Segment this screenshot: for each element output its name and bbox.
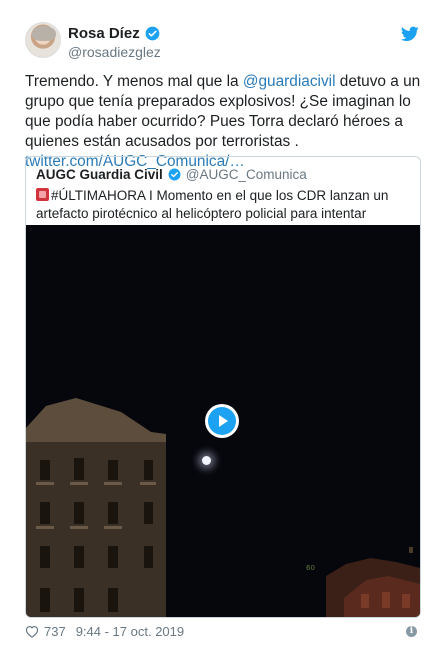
- helicopter-light: [202, 456, 211, 465]
- twitter-bird-icon[interactable]: [401, 26, 419, 42]
- verified-badge-icon: [145, 26, 160, 41]
- video-player[interactable]: 60: [26, 225, 420, 617]
- quoted-tweet-header: AUGC Guardia Civil @AUGC_Comunica: [36, 167, 307, 182]
- mention-link[interactable]: @guardiacivil: [243, 73, 336, 90]
- quoted-author-name[interactable]: AUGC Guardia Civil: [36, 167, 163, 182]
- tweet-footer: 737 9:44 - 17 oct. 2019: [25, 624, 184, 639]
- play-button[interactable]: [205, 404, 239, 438]
- author-name-row: Rosa Díez: [68, 25, 160, 42]
- play-icon: [208, 407, 236, 435]
- video-overlay-text: 60: [306, 564, 315, 572]
- quoted-tweet[interactable]: AUGC Guardia Civil @AUGC_Comunica #ÚLTIM…: [25, 156, 421, 618]
- heart-icon[interactable]: [25, 625, 39, 638]
- author-handle[interactable]: @rosadiezglez: [68, 44, 161, 60]
- red-square-emoji-icon: [36, 188, 49, 201]
- tweet-text-part: Tremendo. Y menos mal que la: [25, 73, 243, 90]
- embedded-tweet-card: Rosa Díez @rosadiezglez Tremendo. Y meno…: [0, 0, 445, 655]
- like-count[interactable]: 737: [44, 624, 66, 639]
- verified-badge-icon: [168, 168, 181, 181]
- info-icon[interactable]: i: [406, 626, 417, 637]
- quoted-author-handle[interactable]: @AUGC_Comunica: [186, 167, 307, 182]
- tweet-timestamp[interactable]: 9:44 - 17 oct. 2019: [76, 624, 184, 639]
- author-display-name[interactable]: Rosa Díez: [68, 25, 140, 42]
- author-avatar[interactable]: [25, 22, 61, 58]
